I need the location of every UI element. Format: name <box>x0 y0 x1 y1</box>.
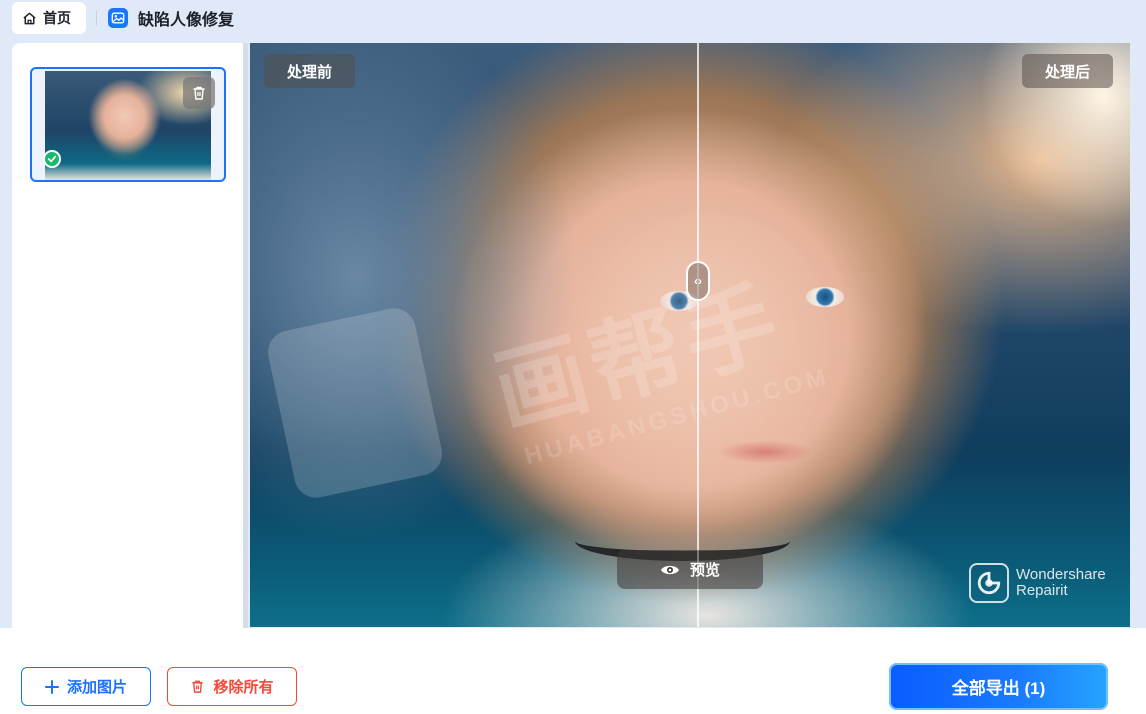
remove-all-label: 移除所有 <box>213 679 274 696</box>
compare-divider-line[interactable] <box>697 43 699 627</box>
watermark-logo <box>263 304 447 502</box>
repairit-logo-icon <box>969 563 1009 603</box>
preview-button-label: 预览 <box>689 562 720 579</box>
export-all-button[interactable]: 全部导出 (1) <box>889 663 1108 710</box>
brand-text: Wondershare Repairit <box>1016 567 1106 599</box>
brand-watermark: Wondershare Repairit <box>969 563 1106 603</box>
comparison-preview[interactable]: 画帮手 HUABANGSHOU.COM <box>250 43 1130 627</box>
after-label: 处理后 <box>1022 54 1113 88</box>
plus-icon <box>44 679 59 694</box>
compare-divider-handle[interactable]: ‹› <box>686 261 710 301</box>
home-tab-label: 首页 <box>43 10 71 26</box>
drag-arrows-icon: ‹› <box>694 274 702 288</box>
photo-lips <box>720 441 810 463</box>
current-page-tab[interactable]: 缺陷人像修复 <box>108 4 234 32</box>
trash-icon <box>192 680 204 693</box>
remove-all-button[interactable]: 移除所有 <box>167 667 297 706</box>
home-icon <box>23 12 36 24</box>
sidebar-scrollbar[interactable] <box>243 43 248 628</box>
page-title: 缺陷人像修复 <box>138 12 235 29</box>
image-icon <box>108 8 128 28</box>
tab-separator <box>96 10 97 26</box>
trash-icon <box>193 86 205 100</box>
add-image-label: 添加图片 <box>66 679 127 696</box>
before-label: 处理前 <box>264 54 355 88</box>
preview-button[interactable]: 预览 <box>617 550 763 589</box>
photo-right-eye <box>806 287 844 307</box>
thumbnail-delete-button[interactable] <box>183 77 215 109</box>
brand-line-2: Repairit <box>1016 582 1068 599</box>
brand-line-1: Wondershare <box>1016 566 1106 583</box>
eye-icon <box>660 565 679 574</box>
check-icon <box>43 150 61 168</box>
add-image-button[interactable]: 添加图片 <box>21 667 151 706</box>
home-tab[interactable]: 首页 <box>12 2 86 34</box>
